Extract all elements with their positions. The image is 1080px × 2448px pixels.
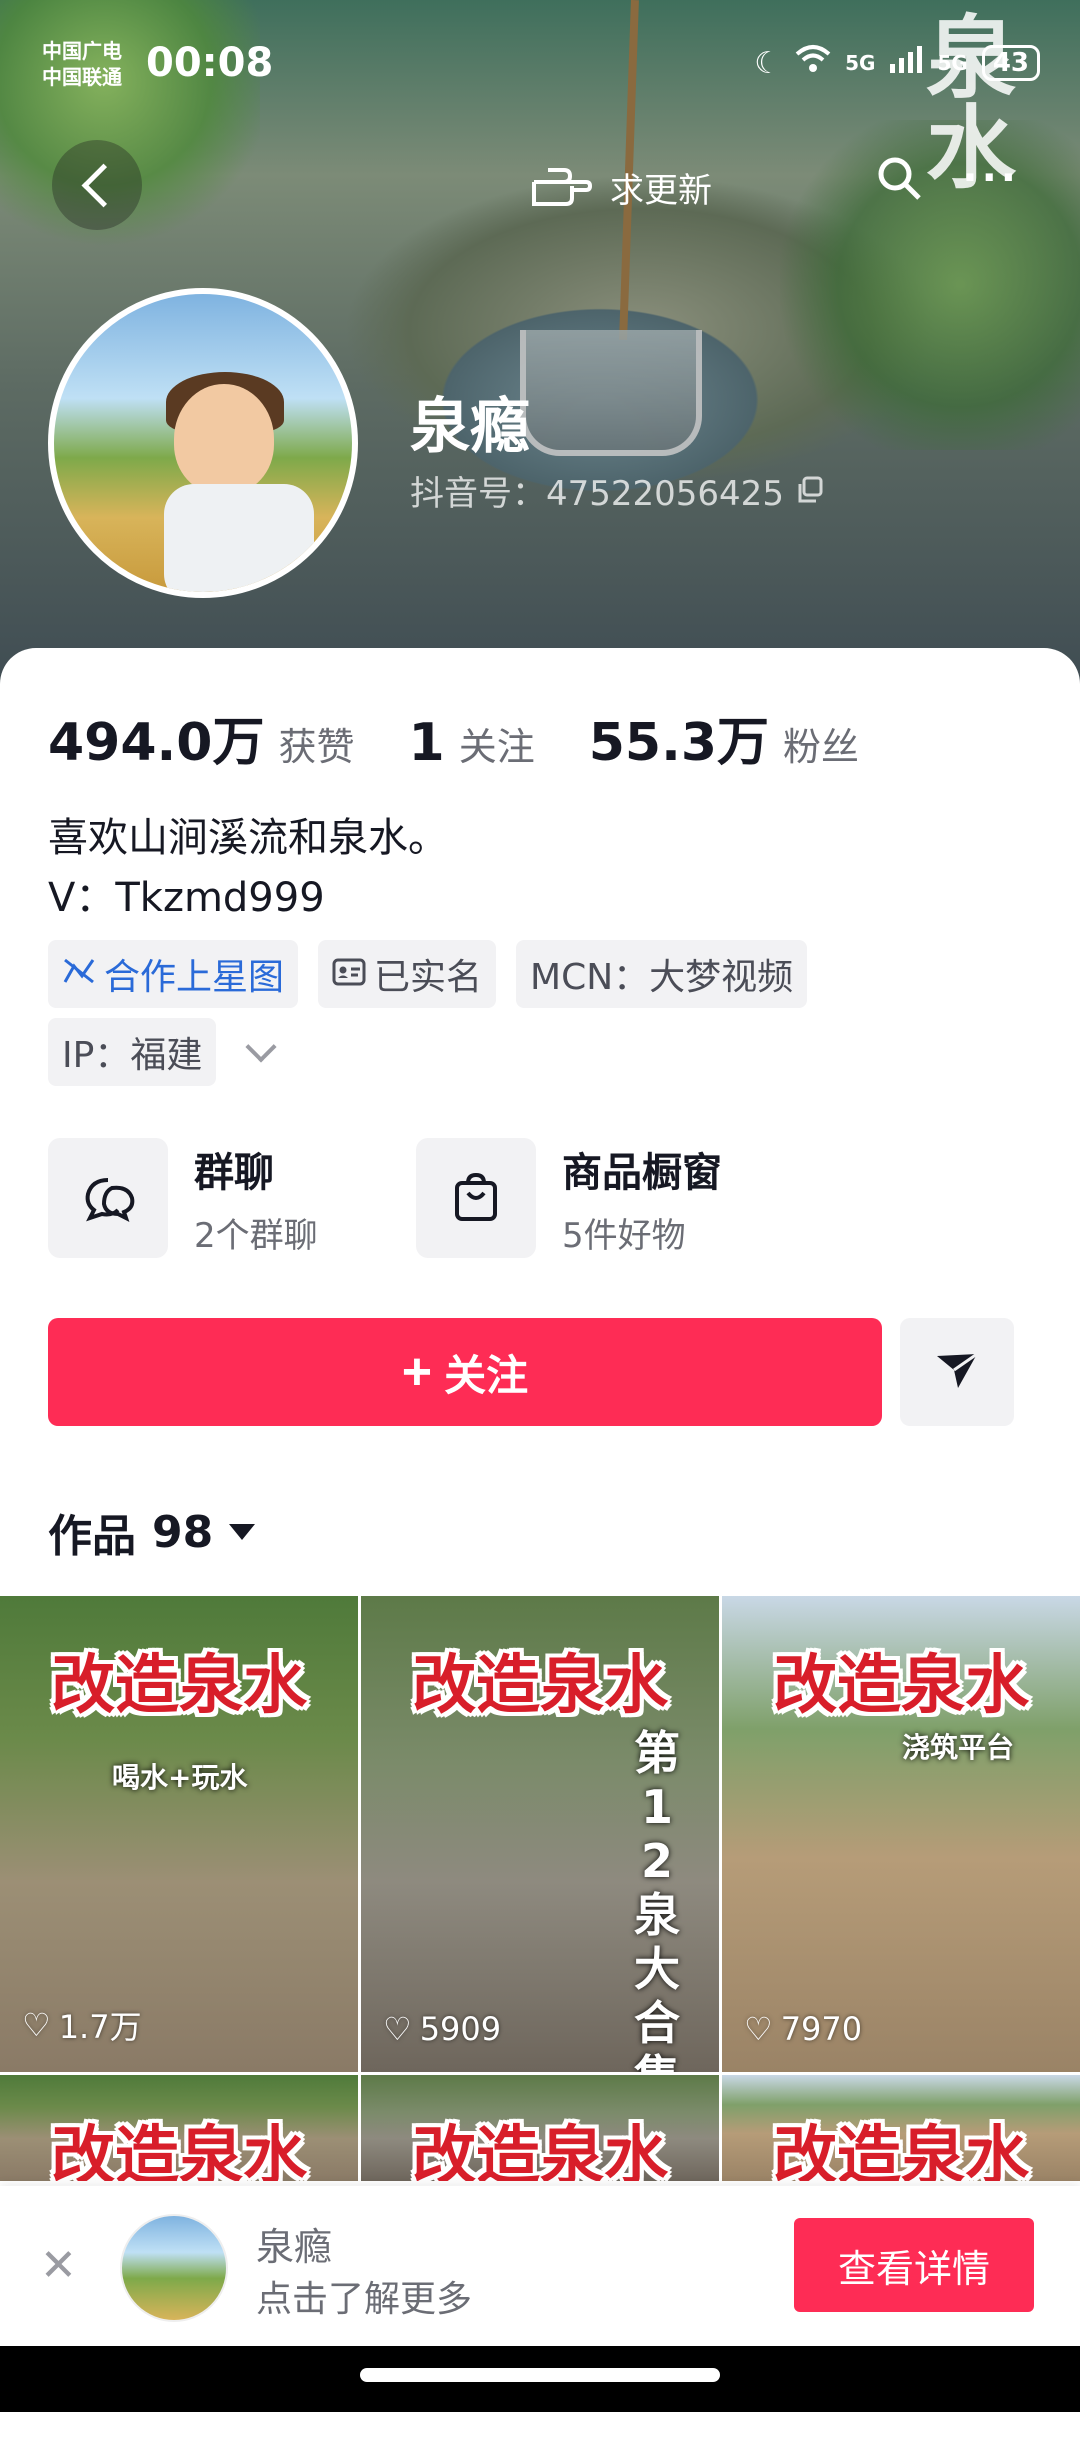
star-map-label: 合作上星图 <box>104 957 285 998</box>
system-nav-bar <box>0 2346 1080 2412</box>
group-chat-count: 2个群聊 <box>194 1215 318 1256</box>
id-card-icon <box>332 954 366 995</box>
video-thumb-1[interactable]: 改造泉水 喝水+玩水 ♡ 1.7万 <box>0 1596 358 2072</box>
chat-bubbles-icon <box>48 1138 168 1258</box>
works-tab[interactable]: 作品 98 <box>48 1500 256 1564</box>
wifi-icon <box>795 44 831 82</box>
home-indicator[interactable] <box>360 2368 720 2382</box>
view-details-button[interactable]: 查看详情 <box>794 2218 1034 2312</box>
bio-line-2: V：Tkzmd999 <box>48 875 325 921</box>
works-count: 98 <box>152 1506 214 1558</box>
stat-followers-value[interactable]: 55.3万 <box>589 700 769 775</box>
stat-likes-label: 获赞 <box>278 725 355 769</box>
follow-label: 关注 <box>444 1351 529 1399</box>
close-icon[interactable]: ✕ <box>40 2240 77 2291</box>
video-title: 改造泉水 <box>51 2120 307 2181</box>
carrier-labels: 中国广电 中国联通 <box>42 38 122 90</box>
profile-tags: 合作上星图 已实名 MCN：大梦视频 <box>48 940 808 1008</box>
copy-icon[interactable] <box>795 474 825 514</box>
heart-icon: ♡ <box>22 2006 51 2044</box>
follow-button[interactable]: + 关注 <box>48 1318 882 1426</box>
search-icon[interactable] <box>876 155 922 211</box>
moon-icon: ☾ <box>754 45 782 81</box>
carrier-1: 中国广电 <box>42 39 122 63</box>
share-button[interactable] <box>900 1318 1014 1426</box>
works-label: 作品 <box>48 1511 136 1562</box>
ip-label: IP：福建 <box>62 1035 203 1076</box>
mcn-label: MCN：大梦视频 <box>530 957 794 998</box>
request-update-button[interactable]: 求更新 <box>530 158 712 217</box>
shop-window-count: 5件好物 <box>562 1215 686 1256</box>
profile-tags-row2: IP：福建 <box>48 1018 277 1086</box>
profile-avatar[interactable] <box>48 288 358 598</box>
video-title: 改造泉水 <box>51 1649 307 1723</box>
video-likes: ♡ 5909 <box>383 2010 501 2048</box>
video-title: 改造泉水 <box>412 1649 668 1723</box>
avatar-face <box>174 384 274 494</box>
request-update-label: 求更新 <box>610 171 712 211</box>
shop-window-entry[interactable]: 商品橱窗 5件好物 <box>416 1138 722 1258</box>
verified-label: 已实名 <box>374 957 483 998</box>
video-likes: ♡ 1.7万 <box>22 2002 142 2048</box>
star-map-tag[interactable]: 合作上星图 <box>48 940 299 1008</box>
dropdown-triangle-icon <box>229 1524 256 1540</box>
banner-avatar <box>120 2214 228 2322</box>
video-thumb-2[interactable]: 改造泉水 第12泉大合集 ♡ 5909 <box>361 1596 719 2072</box>
stat-likes-value[interactable]: 494.0万 <box>48 700 264 775</box>
carrier-2: 中国联通 <box>42 65 122 89</box>
ip-tag: IP：福建 <box>48 1018 217 1086</box>
video-grid: 改造泉水 喝水+玩水 ♡ 1.7万 改造泉水 第12泉大合集 ♡ 5909 改造… <box>0 1596 1080 2181</box>
douyin-id-text: 抖音号：47522056425 <box>410 474 784 514</box>
profile-name: 泉瘾 <box>410 392 530 462</box>
video-thumb-5[interactable]: 改造泉水 <box>361 2075 719 2181</box>
video-thumb-6[interactable]: 改造泉水 <box>722 2075 1080 2181</box>
heart-icon: ♡ <box>744 2010 773 2048</box>
clock: 00:08 <box>146 40 274 86</box>
top-actions: ··· <box>876 155 1020 211</box>
banner-name: 泉瘾 <box>256 2225 333 2269</box>
mcn-tag[interactable]: MCN：大梦视频 <box>516 940 808 1008</box>
profile-bio: 喜欢山涧溪流和泉水。 V：Tkzmd999 <box>48 808 448 928</box>
cover-bucket <box>520 330 702 456</box>
star-map-icon <box>62 954 96 995</box>
avatar-shirt <box>164 484 314 592</box>
video-title: 改造泉水 <box>773 1649 1029 1723</box>
heart-icon: ♡ <box>383 2010 412 2048</box>
signal-5g-label-1: 5G <box>845 51 876 75</box>
stat-followers-label: 粉丝 <box>783 725 860 769</box>
back-button[interactable] <box>52 140 142 230</box>
video-subtitle: 浇筑平台 <box>902 1731 1015 1764</box>
stat-following-label: 关注 <box>458 725 535 769</box>
douyin-id[interactable]: 抖音号：47522056425 <box>410 466 825 515</box>
group-chat-title: 群聊 <box>194 1149 274 1196</box>
likes-count: 1.7万 <box>58 2008 142 2046</box>
hand-point-icon <box>530 158 594 217</box>
stat-following-value[interactable]: 1 <box>409 713 445 773</box>
more-icon[interactable]: ··· <box>962 155 1020 211</box>
video-subtitle: 第12泉大合集 <box>634 1726 680 2072</box>
video-title: 改造泉水 <box>773 2120 1029 2181</box>
video-subtitle: 喝水+玩水 <box>112 1761 248 1794</box>
verified-tag[interactable]: 已实名 <box>318 940 497 1008</box>
video-likes: ♡ 7970 <box>744 2010 862 2048</box>
likes-count: 5909 <box>419 2010 502 2048</box>
banner-subtitle: 点击了解更多 <box>256 2279 473 2320</box>
plus-icon: + <box>401 1343 433 1401</box>
promo-banner: ✕ 泉瘾 点击了解更多 查看详情 <box>0 2186 1080 2346</box>
chevron-down-icon[interactable] <box>245 1031 277 1063</box>
video-thumb-4[interactable]: 改造泉水 <box>0 2075 358 2181</box>
profile-stats: 494.0万 获赞 1 关注 55.3万 粉丝 <box>48 700 913 775</box>
video-thumb-3[interactable]: 改造泉水 浇筑平台 ♡ 7970 <box>722 1596 1080 2072</box>
group-chat-entry[interactable]: 群聊 2个群聊 <box>48 1138 318 1258</box>
likes-count: 7970 <box>780 2010 863 2048</box>
video-title: 改造泉水 <box>412 2120 668 2181</box>
shopping-bag-icon <box>416 1138 536 1258</box>
send-icon <box>934 1350 980 1394</box>
bio-line-1: 喜欢山涧溪流和泉水。 <box>48 815 448 861</box>
shop-window-title: 商品橱窗 <box>562 1149 722 1196</box>
